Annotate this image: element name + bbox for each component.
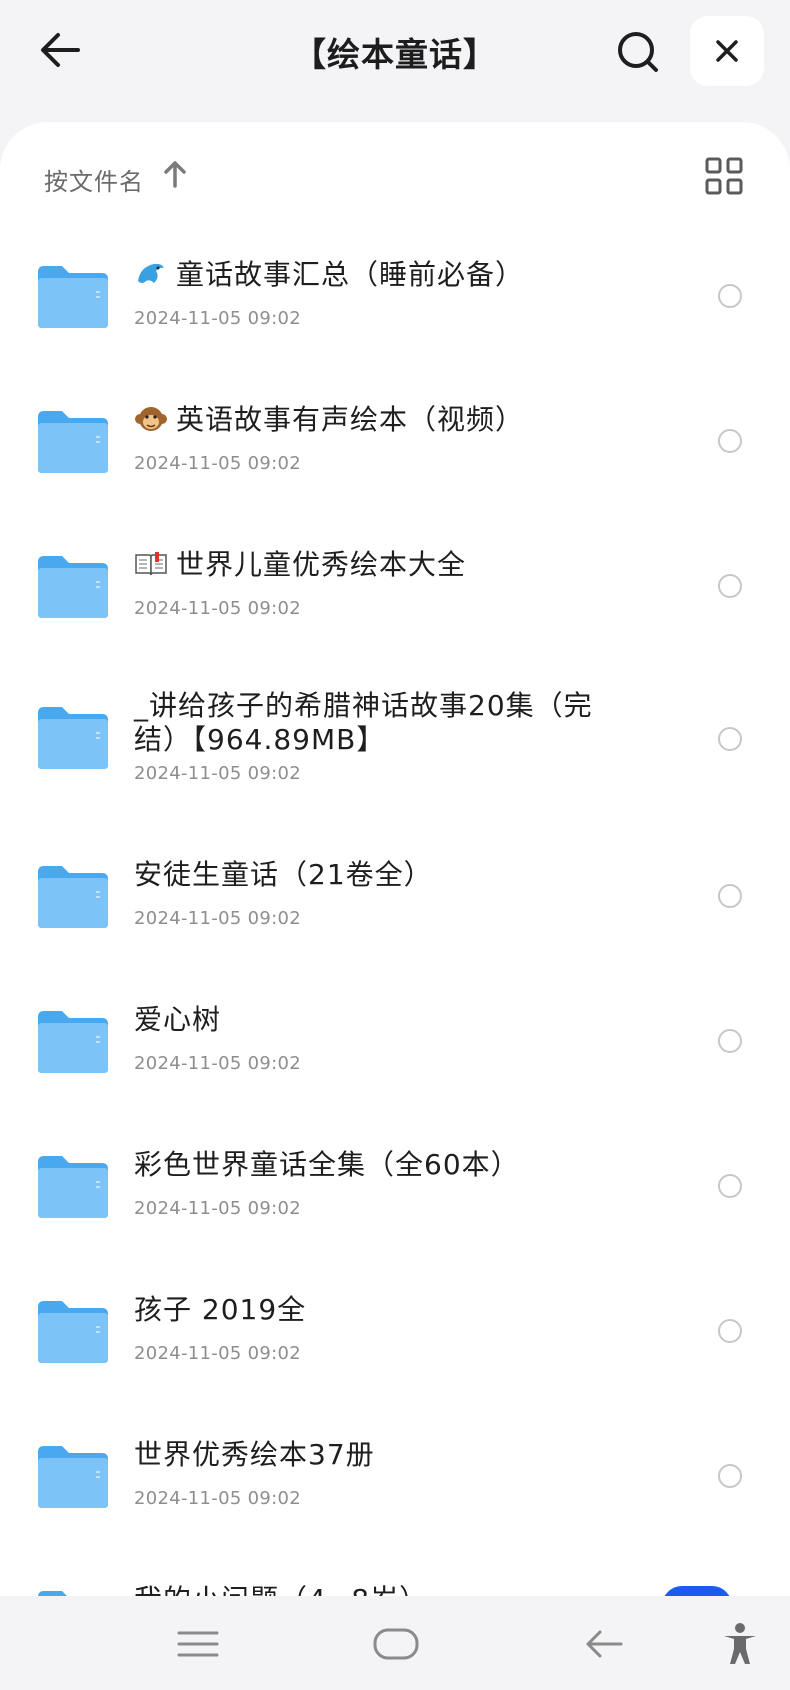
folder-icon bbox=[38, 707, 108, 769]
close-icon bbox=[716, 40, 738, 62]
file-row[interactable]: 安徒生童话（21卷全） 2024-11-05 09:02 bbox=[0, 822, 790, 967]
close-button[interactable] bbox=[690, 16, 764, 86]
arrow-left-icon bbox=[41, 33, 80, 67]
file-date: 2024-11-05 09:02 bbox=[134, 908, 302, 929]
file-name: 童话故事汇总（睡前必备） bbox=[176, 258, 525, 291]
sort-bar: 按文件名 bbox=[0, 122, 790, 222]
file-row[interactable]: 世界优秀绘本37册 2024-11-05 09:02 bbox=[0, 1402, 790, 1547]
folder-icon bbox=[38, 1446, 108, 1508]
accessibility-button[interactable] bbox=[708, 1614, 772, 1674]
sort-by-name-button[interactable]: 按文件名 bbox=[44, 162, 144, 197]
file-name: 世界优秀绘本37册 bbox=[134, 1438, 375, 1471]
back-button[interactable] bbox=[28, 22, 92, 78]
menu-icon bbox=[177, 1631, 219, 1657]
select-radio[interactable] bbox=[718, 574, 742, 598]
menu-button[interactable] bbox=[166, 1614, 230, 1674]
folder-icon bbox=[38, 556, 108, 618]
file-row[interactable]: _讲给孩子的希腊神话故事20集（完结）【964.89MB】 2024-11-05… bbox=[0, 657, 790, 822]
system-nav-bar bbox=[0, 1596, 790, 1690]
file-date: 2024-11-05 09:02 bbox=[134, 1198, 302, 1219]
folder-icon bbox=[38, 1301, 108, 1363]
select-radio[interactable] bbox=[718, 1174, 742, 1198]
file-name: _讲给孩子的希腊神话故事20集（完结）【964.89MB】 bbox=[134, 689, 593, 756]
file-row[interactable]: 彩色世界童话全集（全60本） 2024-11-05 09:02 bbox=[0, 1112, 790, 1257]
file-row[interactable]: 英语故事有声绘本（视频） 2024-11-05 09:02 bbox=[0, 367, 790, 512]
back-icon bbox=[586, 1630, 623, 1658]
top-bar: 【绘本童话】 bbox=[0, 0, 790, 110]
home-icon bbox=[373, 1628, 419, 1660]
folder-icon bbox=[38, 866, 108, 928]
arrow-up-icon[interactable] bbox=[160, 158, 190, 190]
nav-back-button[interactable] bbox=[572, 1614, 636, 1674]
file-row[interactable]: 爱心树 2024-11-05 09:02 bbox=[0, 967, 790, 1112]
search-icon bbox=[618, 32, 658, 72]
file-panel: 按文件名 童话故事汇总（睡前必备） 2024-11-05 09:02 英语故事有… bbox=[0, 122, 790, 1602]
file-name: 世界儿童优秀绘本大全 bbox=[176, 548, 467, 581]
folder-icon bbox=[38, 266, 108, 328]
file-name: 安徒生童话（21卷全） bbox=[134, 858, 433, 891]
file-name: 爱心树 bbox=[134, 1003, 222, 1036]
page-title: 【绘本童话】 bbox=[293, 35, 497, 74]
file-name: 孩子 2019全 bbox=[134, 1293, 307, 1326]
folder-icon bbox=[38, 411, 108, 473]
select-radio[interactable] bbox=[718, 727, 742, 751]
select-radio[interactable] bbox=[718, 429, 742, 453]
select-radio[interactable] bbox=[718, 1029, 742, 1053]
search-button[interactable] bbox=[606, 22, 670, 82]
file-date: 2024-11-05 09:02 bbox=[134, 308, 302, 329]
file-list: 童话故事汇总（睡前必备） 2024-11-05 09:02 英语故事有声绘本（视… bbox=[0, 222, 790, 1602]
select-radio[interactable] bbox=[718, 884, 742, 908]
dolphin-icon bbox=[138, 263, 164, 283]
file-date: 2024-11-05 09:02 bbox=[134, 1343, 302, 1364]
file-name: 英语故事有声绘本（视频） bbox=[176, 403, 525, 436]
folder-icon bbox=[38, 1156, 108, 1218]
select-radio[interactable] bbox=[718, 1319, 742, 1343]
folder-icon bbox=[38, 1011, 108, 1073]
file-date: 2024-11-05 09:02 bbox=[134, 1053, 302, 1074]
file-row[interactable]: 孩子 2019全 2024-11-05 09:02 bbox=[0, 1257, 790, 1402]
book-icon bbox=[135, 552, 167, 576]
file-name: 彩色世界童话全集（全60本） bbox=[134, 1148, 520, 1181]
file-date: 2024-11-05 09:02 bbox=[134, 598, 302, 619]
home-button[interactable] bbox=[364, 1614, 428, 1674]
file-row[interactable]: 童话故事汇总（睡前必备） 2024-11-05 09:02 bbox=[0, 222, 790, 367]
monkey-icon bbox=[135, 407, 167, 431]
select-radio[interactable] bbox=[718, 284, 742, 308]
file-date: 2024-11-05 09:02 bbox=[134, 453, 302, 474]
file-date: 2024-11-05 09:02 bbox=[134, 763, 302, 784]
accessibility-icon bbox=[724, 1623, 756, 1664]
file-date: 2024-11-05 09:02 bbox=[134, 1488, 302, 1509]
select-radio[interactable] bbox=[718, 1464, 742, 1488]
file-row[interactable]: 世界儿童优秀绘本大全 2024-11-05 09:02 bbox=[0, 512, 790, 657]
grid-view-icon[interactable] bbox=[700, 152, 748, 200]
